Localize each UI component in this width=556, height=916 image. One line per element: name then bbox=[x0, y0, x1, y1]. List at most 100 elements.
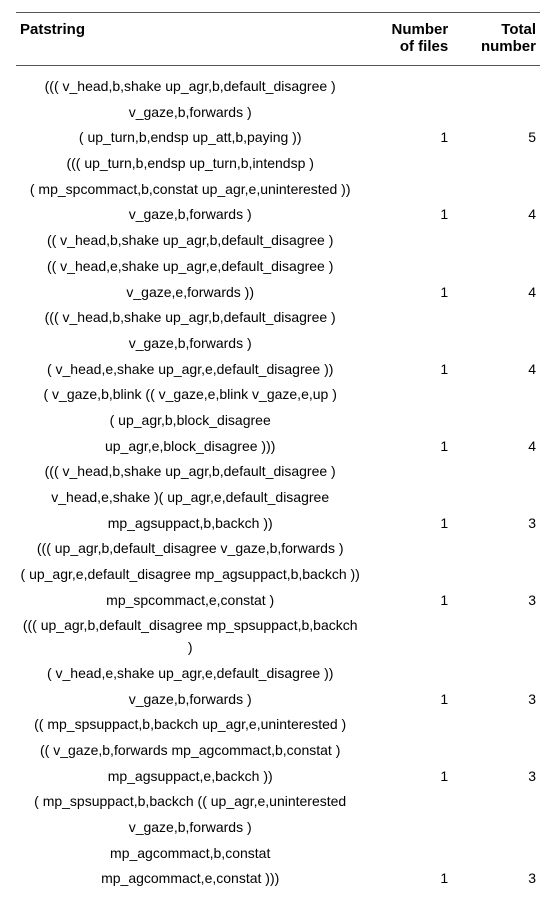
total-cell bbox=[452, 712, 540, 738]
total-cell: 3 bbox=[452, 588, 540, 614]
patstring-cell: (( v_head,b,shake up_agr,b,default_disag… bbox=[16, 228, 364, 254]
col-header-patstring: Patstring bbox=[16, 13, 364, 66]
patstring-cell: mp_spcommact,e,constat ) bbox=[16, 588, 364, 614]
table-row: ( v_gaze,b,blink (( v_gaze,e,blink v_gaz… bbox=[16, 382, 540, 408]
patstring-cell: ((( v_head,b,shake up_agr,b,default_disa… bbox=[16, 459, 364, 485]
table-row: mp_agsuppact,e,backch ))13 bbox=[16, 764, 540, 790]
patstring-cell: v_gaze,b,forwards ) bbox=[16, 687, 364, 713]
total-cell: 3 bbox=[452, 687, 540, 713]
table-row: ((( v_head,b,shake up_agr,b,default_disa… bbox=[16, 66, 540, 100]
files-cell bbox=[364, 661, 452, 687]
files-cell bbox=[364, 841, 452, 867]
patstring-cell: (( v_gaze,b,forwards mp_agcommact,b,cons… bbox=[16, 738, 364, 764]
total-cell: 4 bbox=[452, 280, 540, 306]
files-cell bbox=[364, 613, 452, 660]
files-cell: 1 bbox=[364, 764, 452, 790]
table-row: mp_agcommact,e,constat )))13 bbox=[16, 866, 540, 892]
table-row: ( up_agr,b,block_disagree bbox=[16, 408, 540, 434]
total-cell bbox=[452, 661, 540, 687]
patstring-cell: v_gaze,b,forwards ) bbox=[16, 100, 364, 126]
total-cell bbox=[452, 562, 540, 588]
total-cell bbox=[452, 789, 540, 815]
table-row: up_agr,e,block_disagree )))14 bbox=[16, 434, 540, 460]
table-row: ((( up_turn,b,endsp up_turn,b,intendsp ) bbox=[16, 151, 540, 177]
files-cell: 1 bbox=[364, 202, 452, 228]
table-row: ( v_head,e,shake up_agr,e,default_disagr… bbox=[16, 661, 540, 687]
total-cell: 3 bbox=[452, 866, 540, 892]
table-row: (( v_gaze,b,forwards mp_agcommact,b,cons… bbox=[16, 738, 540, 764]
total-cell bbox=[452, 100, 540, 126]
patstring-cell: ( v_head,e,shake up_agr,e,default_disagr… bbox=[16, 357, 364, 383]
files-cell bbox=[364, 228, 452, 254]
table-row: mp_agsuppact,b,backch ))13 bbox=[16, 511, 540, 537]
patstring-cell: (( v_head,e,shake up_agr,e,default_disag… bbox=[16, 254, 364, 280]
total-cell: 4 bbox=[452, 357, 540, 383]
total-cell: 4 bbox=[452, 202, 540, 228]
patstring-cell: ((( v_head,b,shake up_agr,b,default_disa… bbox=[16, 305, 364, 331]
patstring-cell: ((( up_agr,b,default_disagree v_gaze,b,f… bbox=[16, 536, 364, 562]
total-cell bbox=[452, 815, 540, 841]
table-row: (( mp_spsuppact,b,backch up_agr,e,uninte… bbox=[16, 712, 540, 738]
table-row: v_gaze,b,forwards )13 bbox=[16, 687, 540, 713]
files-cell bbox=[364, 562, 452, 588]
total-cell bbox=[452, 382, 540, 408]
col-header-total: Totalnumber bbox=[452, 13, 540, 66]
total-cell: 3 bbox=[452, 511, 540, 537]
files-cell: 1 bbox=[364, 125, 452, 151]
patstring-cell: ( up_agr,e,default_disagree mp_agsuppact… bbox=[16, 562, 364, 588]
patstring-cell: ((( v_head,b,shake up_agr,b,default_disa… bbox=[16, 66, 364, 100]
total-cell bbox=[452, 151, 540, 177]
patstring-cell: v_head,e,shake )( up_agr,e,default_disag… bbox=[16, 485, 364, 511]
table-row: v_gaze,b,forwards ) bbox=[16, 815, 540, 841]
files-cell: 1 bbox=[364, 357, 452, 383]
files-cell bbox=[364, 459, 452, 485]
files-cell bbox=[364, 789, 452, 815]
table-row: v_gaze,b,forwards ) bbox=[16, 331, 540, 357]
patstring-cell: ( up_turn,b,endsp up_att,b,paying )) bbox=[16, 125, 364, 151]
patstring-cell: mp_agsuppact,b,backch )) bbox=[16, 511, 364, 537]
table-row: v_gaze,e,forwards ))14 bbox=[16, 280, 540, 306]
files-cell: 1 bbox=[364, 280, 452, 306]
patstring-cell: mp_agsuppact,e,backch )) bbox=[16, 764, 364, 790]
files-cell bbox=[364, 382, 452, 408]
files-cell: 1 bbox=[364, 588, 452, 614]
table-row: (( v_head,b,shake up_agr,b,default_disag… bbox=[16, 228, 540, 254]
patstring-cell: ((( up_agr,b,default_disagree mp_spsuppa… bbox=[16, 613, 364, 660]
files-cell: 1 bbox=[364, 511, 452, 537]
total-cell bbox=[452, 177, 540, 203]
patstring-cell: ((( up_turn,b,endsp up_turn,b,intendsp ) bbox=[16, 151, 364, 177]
table-row: ( v_head,e,shake up_agr,e,default_disagr… bbox=[16, 357, 540, 383]
patstring-cell: ( mp_spsuppact,b,backch (( up_agr,e,unin… bbox=[16, 789, 364, 815]
patstring-cell: mp_agcommact,e,constat ))) bbox=[16, 866, 364, 892]
table-body: ((( v_head,b,shake up_agr,b,default_disa… bbox=[16, 66, 540, 893]
files-cell bbox=[364, 331, 452, 357]
table-header-row: Patstring Numberof files Totalnumber bbox=[16, 13, 540, 66]
patstring-cell: v_gaze,b,forwards ) bbox=[16, 815, 364, 841]
files-cell bbox=[364, 815, 452, 841]
col-header-files: Numberof files bbox=[364, 13, 452, 66]
table-row: v_gaze,b,forwards ) bbox=[16, 100, 540, 126]
patstring-table: Patstring Numberof files Totalnumber (((… bbox=[16, 12, 540, 892]
table-row: ((( v_head,b,shake up_agr,b,default_disa… bbox=[16, 305, 540, 331]
table-row: ((( up_agr,b,default_disagree v_gaze,b,f… bbox=[16, 536, 540, 562]
table-row: ( up_agr,e,default_disagree mp_agsuppact… bbox=[16, 562, 540, 588]
patstring-cell: up_agr,e,block_disagree ))) bbox=[16, 434, 364, 460]
table-row: (( v_head,e,shake up_agr,e,default_disag… bbox=[16, 254, 540, 280]
patstring-cell: mp_agcommact,b,constat bbox=[16, 841, 364, 867]
total-cell bbox=[452, 66, 540, 100]
patstring-cell: ( v_gaze,b,blink (( v_gaze,e,blink v_gaz… bbox=[16, 382, 364, 408]
files-cell: 1 bbox=[364, 687, 452, 713]
total-cell bbox=[452, 738, 540, 764]
total-cell: 3 bbox=[452, 764, 540, 790]
files-cell bbox=[364, 254, 452, 280]
total-cell bbox=[452, 254, 540, 280]
files-cell bbox=[364, 100, 452, 126]
files-cell bbox=[364, 536, 452, 562]
total-cell bbox=[452, 485, 540, 511]
files-cell bbox=[364, 712, 452, 738]
files-cell bbox=[364, 177, 452, 203]
files-cell bbox=[364, 66, 452, 100]
patstring-cell: ( mp_spcommact,b,constat up_agr,e,uninte… bbox=[16, 177, 364, 203]
table-row: v_head,e,shake )( up_agr,e,default_disag… bbox=[16, 485, 540, 511]
table-row: ( up_turn,b,endsp up_att,b,paying ))15 bbox=[16, 125, 540, 151]
